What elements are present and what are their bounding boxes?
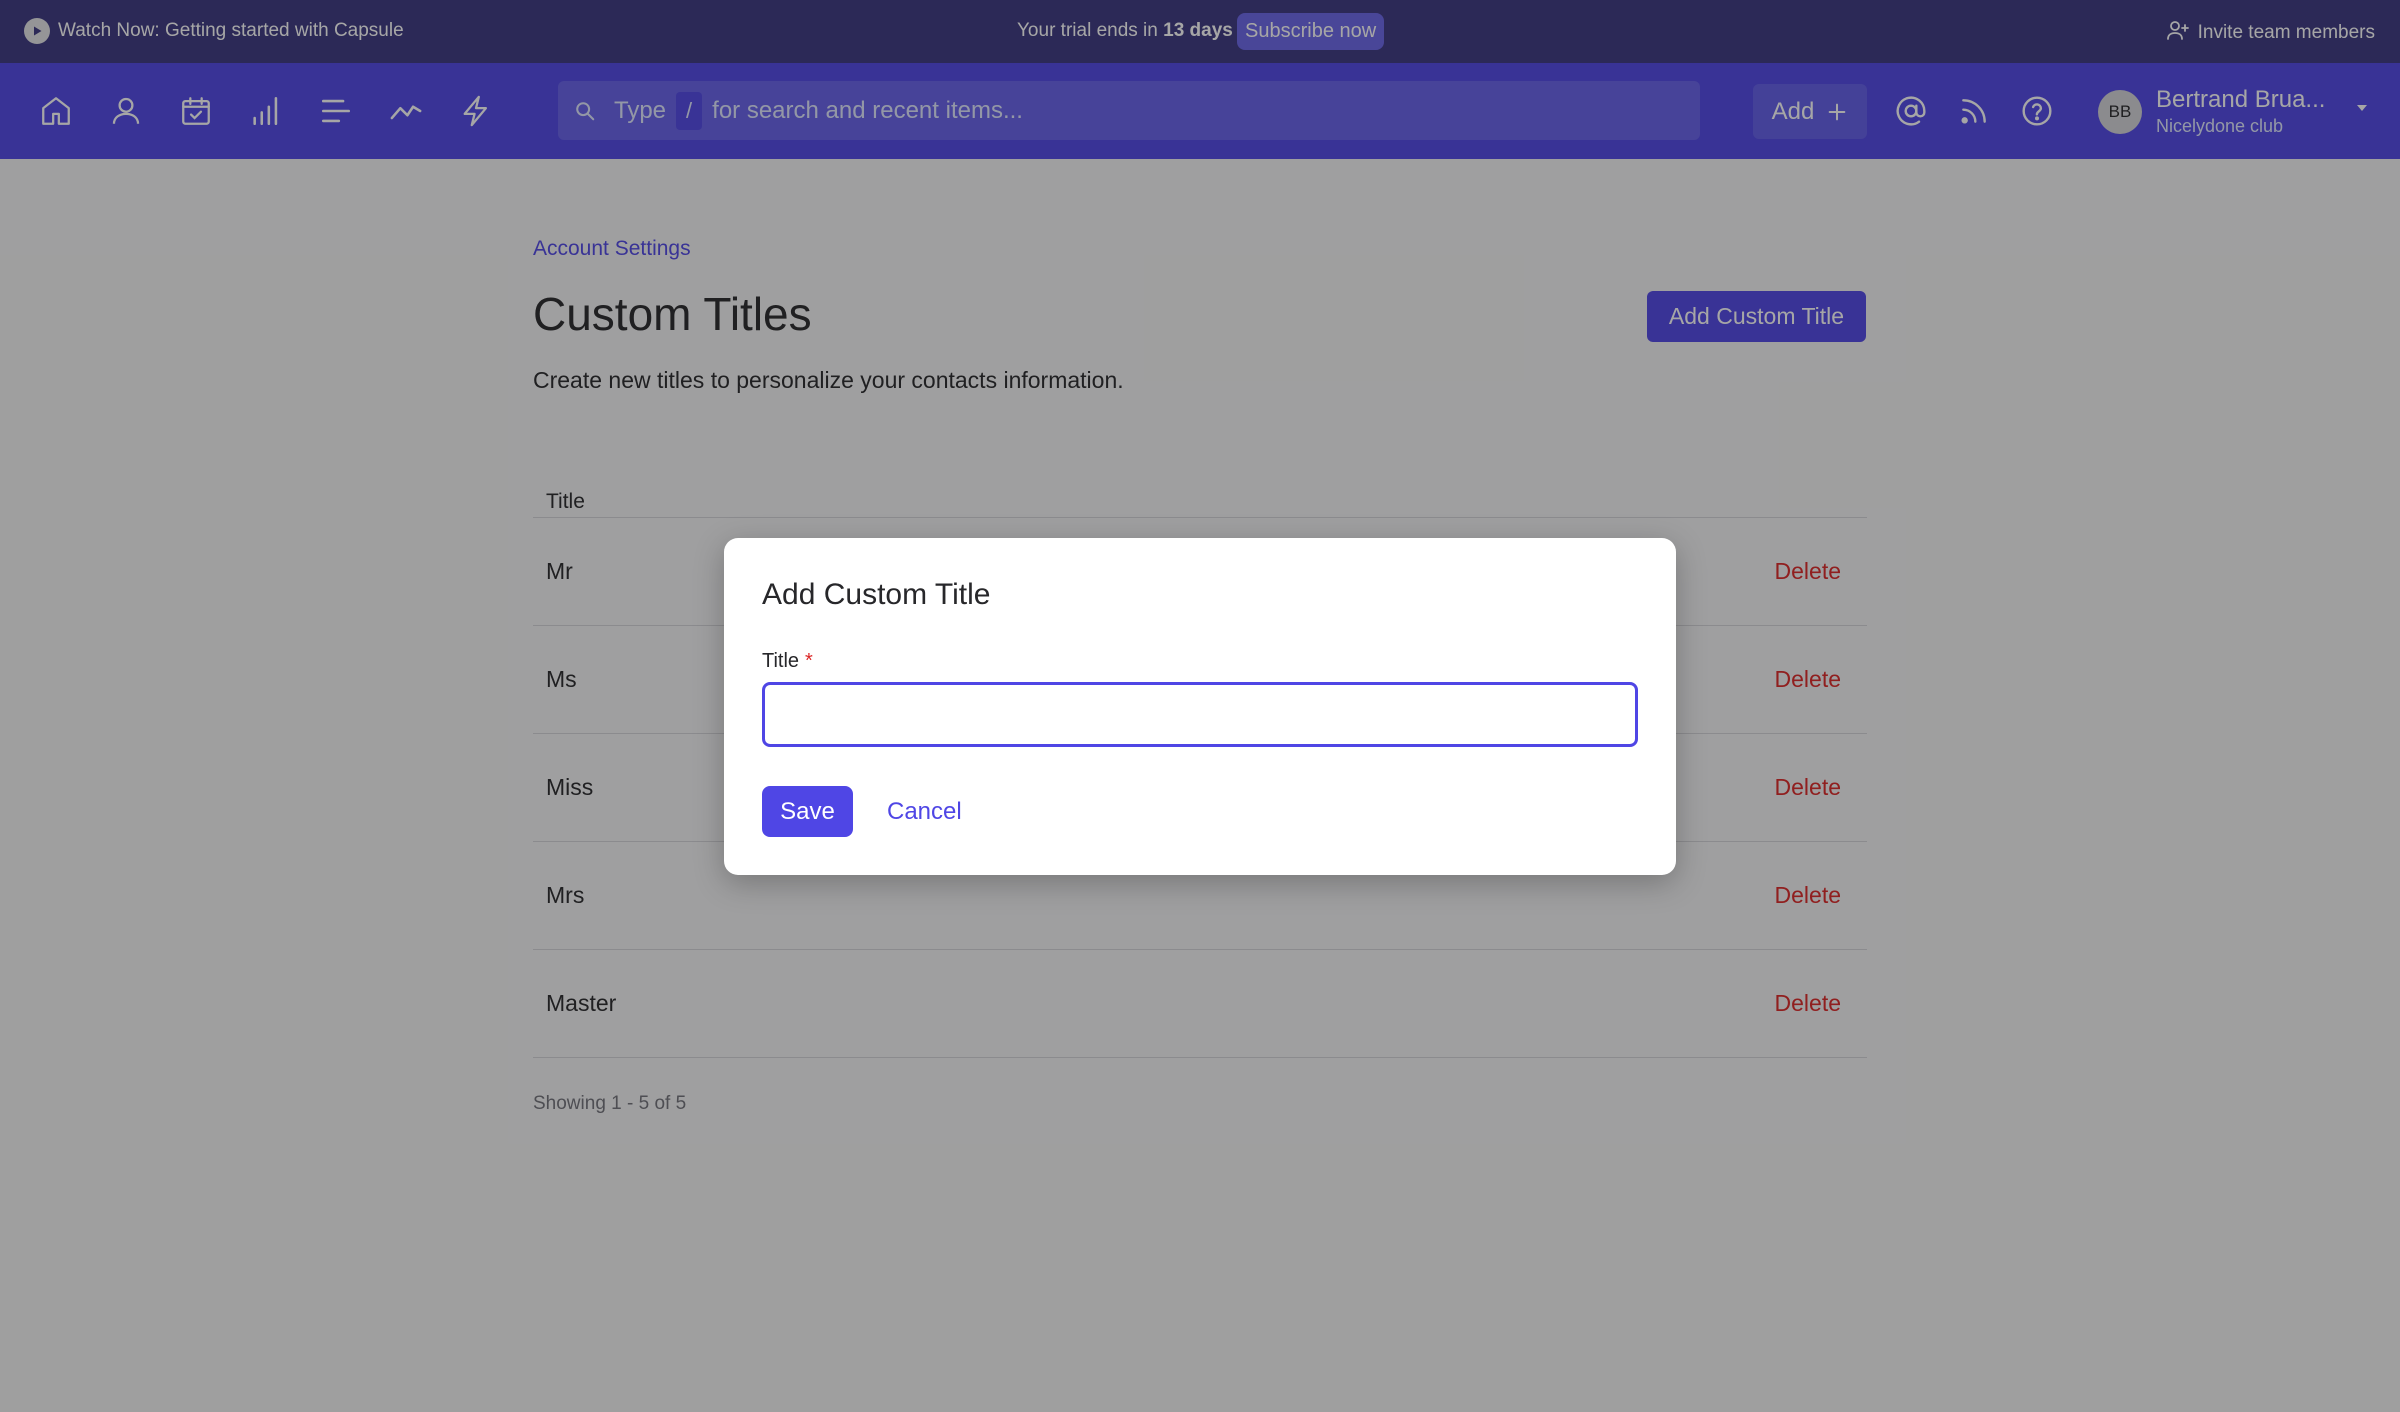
title-field-label: Title * — [762, 650, 813, 673]
dialog-title: Add Custom Title — [762, 578, 991, 611]
save-button[interactable]: Save — [762, 786, 853, 837]
title-label-text: Title — [762, 650, 800, 672]
add-custom-title-dialog: Add Custom Title Title * Save Cancel — [724, 538, 1676, 875]
required-marker: * — [805, 650, 813, 672]
cancel-button[interactable]: Cancel — [887, 798, 962, 826]
title-input[interactable] — [762, 682, 1638, 747]
